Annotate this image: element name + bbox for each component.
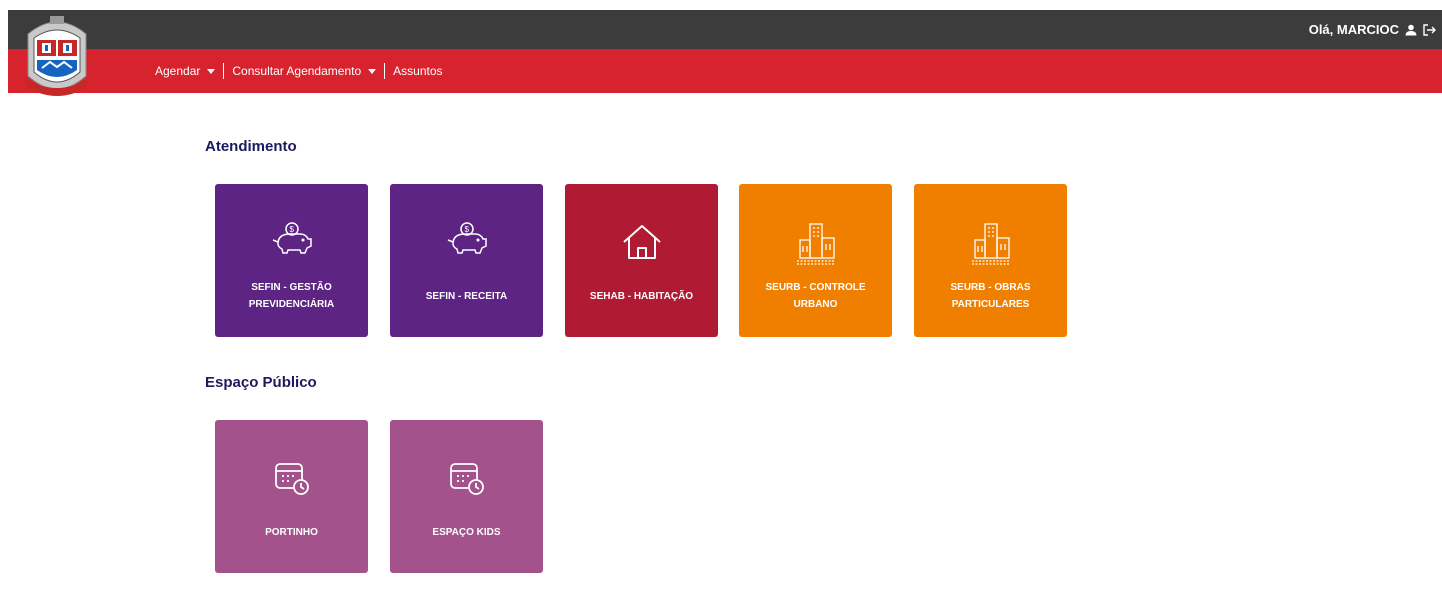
nav-divider: [223, 63, 225, 79]
tile-label: SEURB - OBRAS PARTICULARES: [950, 282, 1031, 310]
section-title-espaco-publico: Espaço Público: [205, 374, 317, 391]
logout-icon[interactable]: [1423, 23, 1436, 36]
calendar-clock-icon: [215, 458, 368, 498]
greeting-text: Olá, MARCIOC: [1308, 22, 1399, 37]
nav-divider: [384, 63, 386, 79]
city-crest-logo[interactable]: [20, 12, 94, 96]
tile-label: ESPAÇO KIDS: [432, 526, 501, 538]
tile-sefin-receita[interactable]: $ SEFIN - RECEITA: [390, 184, 543, 337]
user-area: Olá, MARCIOC: [1309, 10, 1436, 49]
piggy-bank-icon: $: [390, 222, 543, 258]
tile-seurb-controle-urbano[interactable]: SEURB - CONTROLE URBANO: [739, 184, 892, 337]
tile-label: PORTINHO: [265, 526, 318, 538]
caret-down-icon: [207, 68, 216, 74]
tile-label: SEHAB - HABITAÇÃO: [589, 290, 694, 302]
main-nav: Agendar Consultar Agendamento Assuntos: [155, 49, 443, 93]
tile-espaco-kids[interactable]: ESPAÇO KIDS: [390, 420, 543, 573]
nav-label: Assuntos: [393, 64, 443, 78]
buildings-icon: [914, 222, 1067, 266]
section-title-atendimento: Atendimento: [205, 138, 297, 155]
tile-seurb-obras-particulares[interactable]: SEURB - OBRAS PARTICULARES: [914, 184, 1067, 337]
tile-label: SEFIN - RECEITA: [425, 290, 508, 302]
tile-portinho[interactable]: PORTINHO: [215, 420, 368, 573]
nav-label: Consultar Agendamento: [232, 64, 362, 78]
nav-item-assuntos[interactable]: Assuntos: [393, 64, 442, 78]
user-icon[interactable]: [1405, 24, 1417, 36]
tile-sefin-gestao-previdenciaria[interactable]: $ SEFIN - GESTÃO PREVIDENCIÁRIA: [215, 184, 368, 337]
nav-label: Agendar: [155, 64, 201, 78]
nav-item-consultar-agendamento[interactable]: Consultar Agendamento: [232, 64, 377, 78]
buildings-icon: [739, 222, 892, 266]
svg-text:$: $: [289, 225, 294, 234]
calendar-clock-icon: [390, 458, 543, 498]
tile-label: SEURB - CONTROLE URBANO: [765, 282, 866, 310]
house-icon: [565, 222, 718, 262]
tile-label: SEFIN - GESTÃO PREVIDENCIÁRIA: [248, 282, 335, 310]
nav-item-agendar[interactable]: Agendar: [155, 64, 216, 78]
piggy-bank-icon: $: [215, 222, 368, 258]
tile-sehab-habitacao[interactable]: SEHAB - HABITAÇÃO: [565, 184, 718, 337]
top-bar: [8, 10, 1442, 49]
svg-text:$: $: [464, 225, 469, 234]
caret-down-icon: [368, 68, 377, 74]
